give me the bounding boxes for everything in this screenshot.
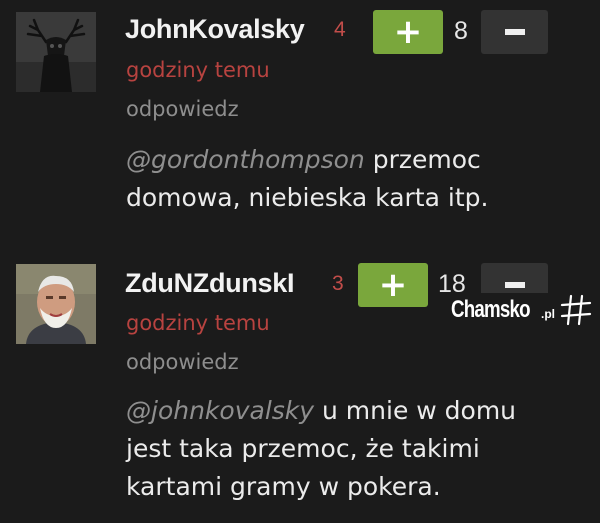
comment-text: @johnkovalsky u mnie w domu jest taka pr… xyxy=(126,392,556,506)
minus-icon xyxy=(504,282,525,288)
timestamp: godziny temu xyxy=(126,58,270,82)
avatar[interactable] xyxy=(16,12,96,92)
old-man-photo-icon xyxy=(16,264,96,344)
avatar[interactable] xyxy=(16,264,96,344)
watermark-brand: Chamsko xyxy=(451,296,531,323)
username[interactable]: ZduNZdunskI xyxy=(125,268,294,299)
mention-link[interactable]: @johnkovalsky xyxy=(126,396,314,425)
comment-score: 3 xyxy=(332,272,344,295)
minus-icon xyxy=(504,29,525,35)
downvote-button[interactable] xyxy=(481,10,548,54)
mention-link[interactable]: @gordonthompson xyxy=(126,145,365,174)
reply-link[interactable]: odpowiedz xyxy=(126,350,239,374)
username[interactable]: JohnKovalsky xyxy=(125,14,305,45)
vote-count: 8 xyxy=(454,17,468,45)
comment-score: 4 xyxy=(334,18,346,41)
timestamp: godziny temu xyxy=(126,311,270,335)
stag-skull-icon xyxy=(16,12,96,92)
watermark-domain: .pl xyxy=(541,307,555,321)
comment-text: @gordonthompson przemoc domowa, niebiesk… xyxy=(126,141,556,217)
hashtag-logo-icon xyxy=(560,294,592,326)
upvote-button[interactable]: + xyxy=(358,263,428,307)
chamsko-watermark: Chamsko .pl xyxy=(451,293,593,327)
upvote-button[interactable]: + xyxy=(373,10,443,54)
reply-link[interactable]: odpowiedz xyxy=(126,97,239,121)
